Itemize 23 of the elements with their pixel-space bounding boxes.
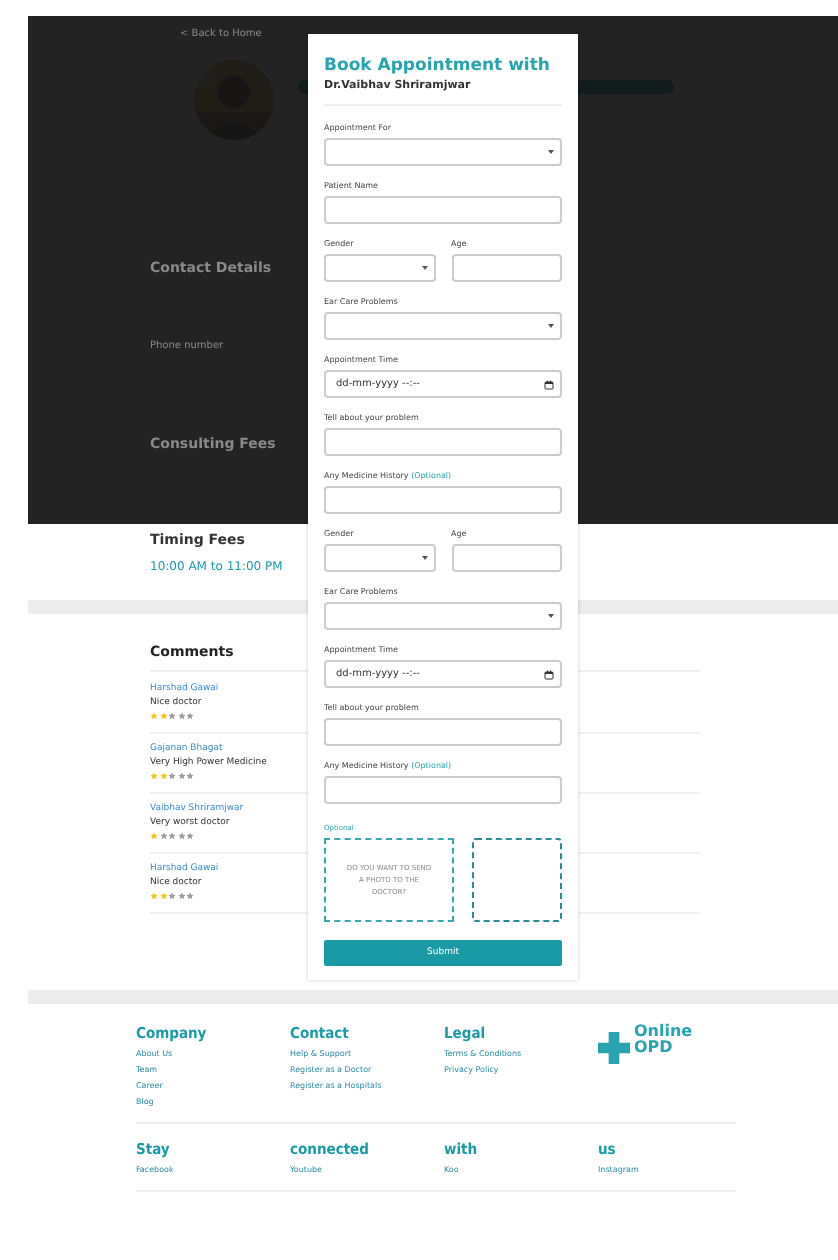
- input-field[interactable]: [451, 544, 562, 572]
- input-field[interactable]: [324, 486, 562, 514]
- logo-text: OPD: [634, 1040, 675, 1056]
- input-field[interactable]: [324, 718, 562, 746]
- caret-icon: [548, 324, 554, 328]
- gender-select[interactable]: [324, 544, 435, 572]
- calendar-icon: [544, 379, 554, 389]
- input-field[interactable]: [451, 254, 562, 282]
- calendar-icon: [544, 669, 554, 679]
- logo-text: Online: [634, 1024, 693, 1040]
- photo-preview: [472, 838, 562, 922]
- select-field[interactable]: [324, 602, 562, 630]
- dialog-title: Book Appointment with: [324, 56, 550, 76]
- caret-icon: [548, 150, 554, 154]
- select-field[interactable]: [324, 138, 562, 166]
- input-field[interactable]: [324, 196, 562, 224]
- input-field[interactable]: [324, 428, 562, 456]
- caret-icon: [421, 266, 427, 270]
- input-field[interactable]: [324, 776, 562, 804]
- caret-icon: [421, 556, 427, 560]
- cross-icon: [598, 1032, 630, 1064]
- select-field[interactable]: [324, 312, 562, 340]
- gender-select[interactable]: [324, 254, 435, 282]
